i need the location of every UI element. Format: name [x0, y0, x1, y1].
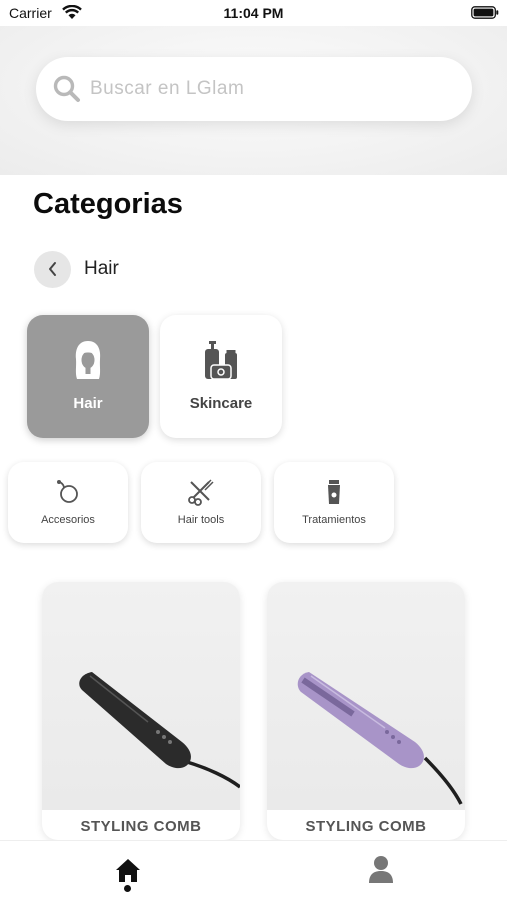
subcategory-tile-tratamientos[interactable]: Tratamientos — [274, 462, 394, 543]
product-image — [297, 672, 463, 805]
hair-icon — [75, 341, 101, 379]
subcategory-label: Tratamientos — [302, 514, 366, 526]
profile-icon[interactable] — [361, 849, 401, 889]
chevron-left-icon — [48, 262, 56, 276]
product-card[interactable]: STYLING COMB — [42, 582, 240, 840]
subcategory-tile-hair-tools[interactable]: Hair tools — [141, 462, 261, 543]
subcategory-tile-accesorios[interactable]: Accesorios — [8, 462, 128, 543]
tab-bar — [0, 840, 507, 900]
breadcrumb: Hair — [34, 250, 119, 288]
subcategory-label: Accesorios — [41, 514, 95, 526]
battery-icon — [471, 6, 499, 19]
treatments-icon — [328, 480, 340, 504]
search-icon — [53, 75, 80, 102]
accessories-icon — [57, 480, 78, 503]
search-input[interactable] — [90, 78, 430, 100]
category-label: Hair — [73, 395, 103, 412]
clock: 11:04 PM — [223, 5, 284, 21]
category-tile-hair[interactable]: Hair — [27, 315, 149, 438]
skincare-icon — [205, 341, 237, 380]
back-button[interactable] — [34, 250, 71, 288]
breadcrumb-current: Hair — [84, 258, 119, 279]
search-bar[interactable] — [36, 57, 472, 121]
product-card[interactable]: STYLING COMB — [267, 582, 465, 840]
page-title: Categorias — [33, 188, 183, 220]
subcategory-label: Hair tools — [177, 514, 225, 526]
status-bar: Carrier 11:04 PM — [0, 0, 507, 26]
category-tile-skincare[interactable]: Skincare — [160, 315, 282, 438]
product-name: STYLING COMB — [267, 810, 465, 840]
product-image — [79, 672, 240, 789]
active-tab-indicator — [124, 885, 131, 892]
category-label: Skincare — [189, 395, 253, 412]
hair-tools-icon — [188, 479, 214, 506]
product-name: STYLING COMB — [42, 810, 240, 840]
